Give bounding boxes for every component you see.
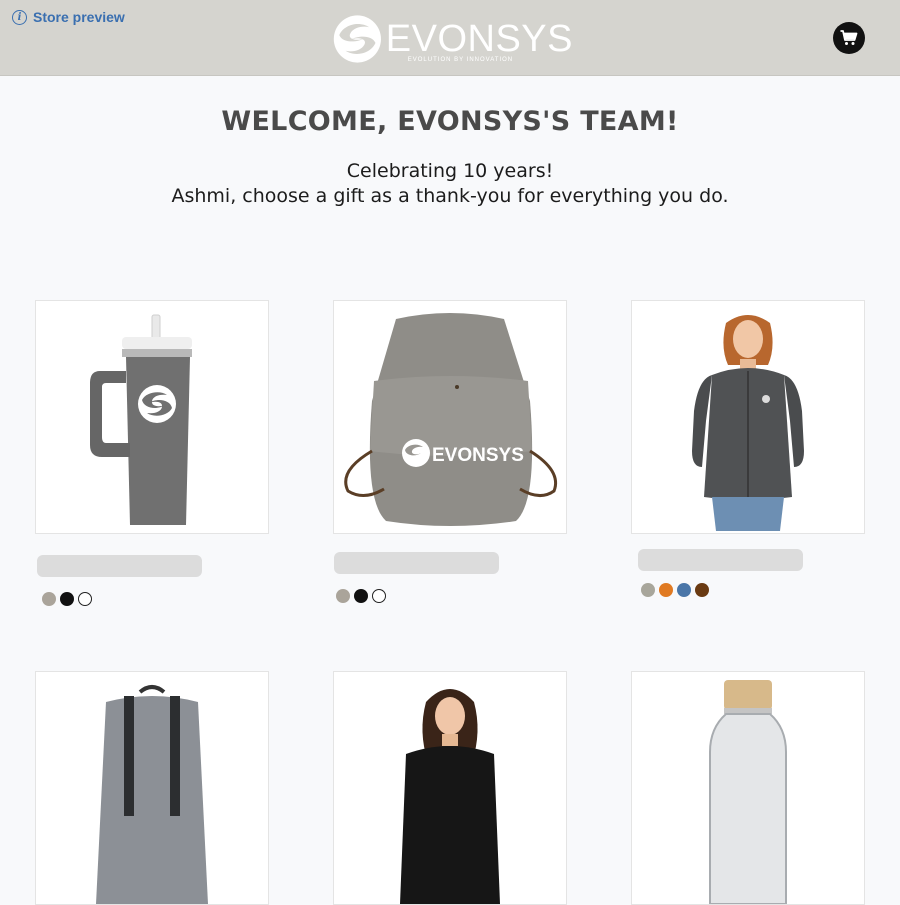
color-swatch[interactable]	[372, 589, 386, 603]
store-preview-link[interactable]: i Store preview	[12, 9, 125, 25]
color-swatch[interactable]	[78, 592, 92, 606]
color-swatch[interactable]	[659, 583, 673, 597]
product-card-canvas-backpack[interactable]: EVONSYS	[333, 300, 567, 534]
store-preview-label: Store preview	[33, 9, 125, 25]
canvas-backpack-image: EVONSYS	[344, 313, 557, 526]
color-swatch[interactable]	[60, 592, 74, 606]
top-bar: i Store preview EVONSYS EVOLUTION BY INN…	[0, 0, 900, 76]
welcome-heading: WELCOME, EVONSYS'S TEAM!	[221, 106, 679, 137]
fleece-jacket-image	[692, 315, 804, 531]
product-card-gray-backpack[interactable]	[35, 671, 269, 905]
product-name-placeholder	[334, 552, 499, 574]
product-card-tumbler[interactable]	[35, 300, 269, 534]
color-swatches	[336, 589, 386, 603]
logo-mark-icon	[333, 15, 381, 63]
product-name-placeholder	[37, 555, 202, 577]
tumbler-image	[90, 314, 192, 525]
logo-text: EVONSYS EVOLUTION BY INNOVATION	[385, 18, 573, 63]
celebration-text: Celebrating 10 years!	[346, 160, 554, 182]
color-swatch[interactable]	[354, 589, 368, 603]
color-swatch[interactable]	[42, 592, 56, 606]
product-name-placeholder	[638, 549, 803, 571]
evonsys-logo: EVONSYS EVOLUTION BY INNOVATION	[333, 6, 573, 72]
product-card-black-shirt[interactable]	[333, 671, 567, 905]
product-card-fleece-jacket[interactable]	[631, 300, 865, 534]
black-shirt-image	[400, 689, 500, 904]
backpack-logo-text: EVONSYS	[432, 445, 524, 466]
choose-gift-text: Ashmi, choose a gift as a thank-you for …	[171, 185, 729, 207]
gray-backpack-image	[96, 685, 208, 904]
color-swatch[interactable]	[677, 583, 691, 597]
cart-button[interactable]	[833, 22, 865, 54]
color-swatch[interactable]	[641, 583, 655, 597]
water-bottle-image	[709, 680, 787, 904]
info-icon: i	[12, 9, 27, 25]
color-swatch[interactable]	[695, 583, 709, 597]
cart-icon	[840, 30, 858, 45]
color-swatch[interactable]	[336, 589, 350, 603]
logo-name: EVONSYS	[385, 18, 573, 60]
product-card-water-bottle[interactable]	[631, 671, 865, 905]
logo-tagline: EVOLUTION BY INNOVATION	[407, 57, 514, 63]
color-swatches	[42, 592, 92, 606]
color-swatches	[641, 583, 709, 597]
